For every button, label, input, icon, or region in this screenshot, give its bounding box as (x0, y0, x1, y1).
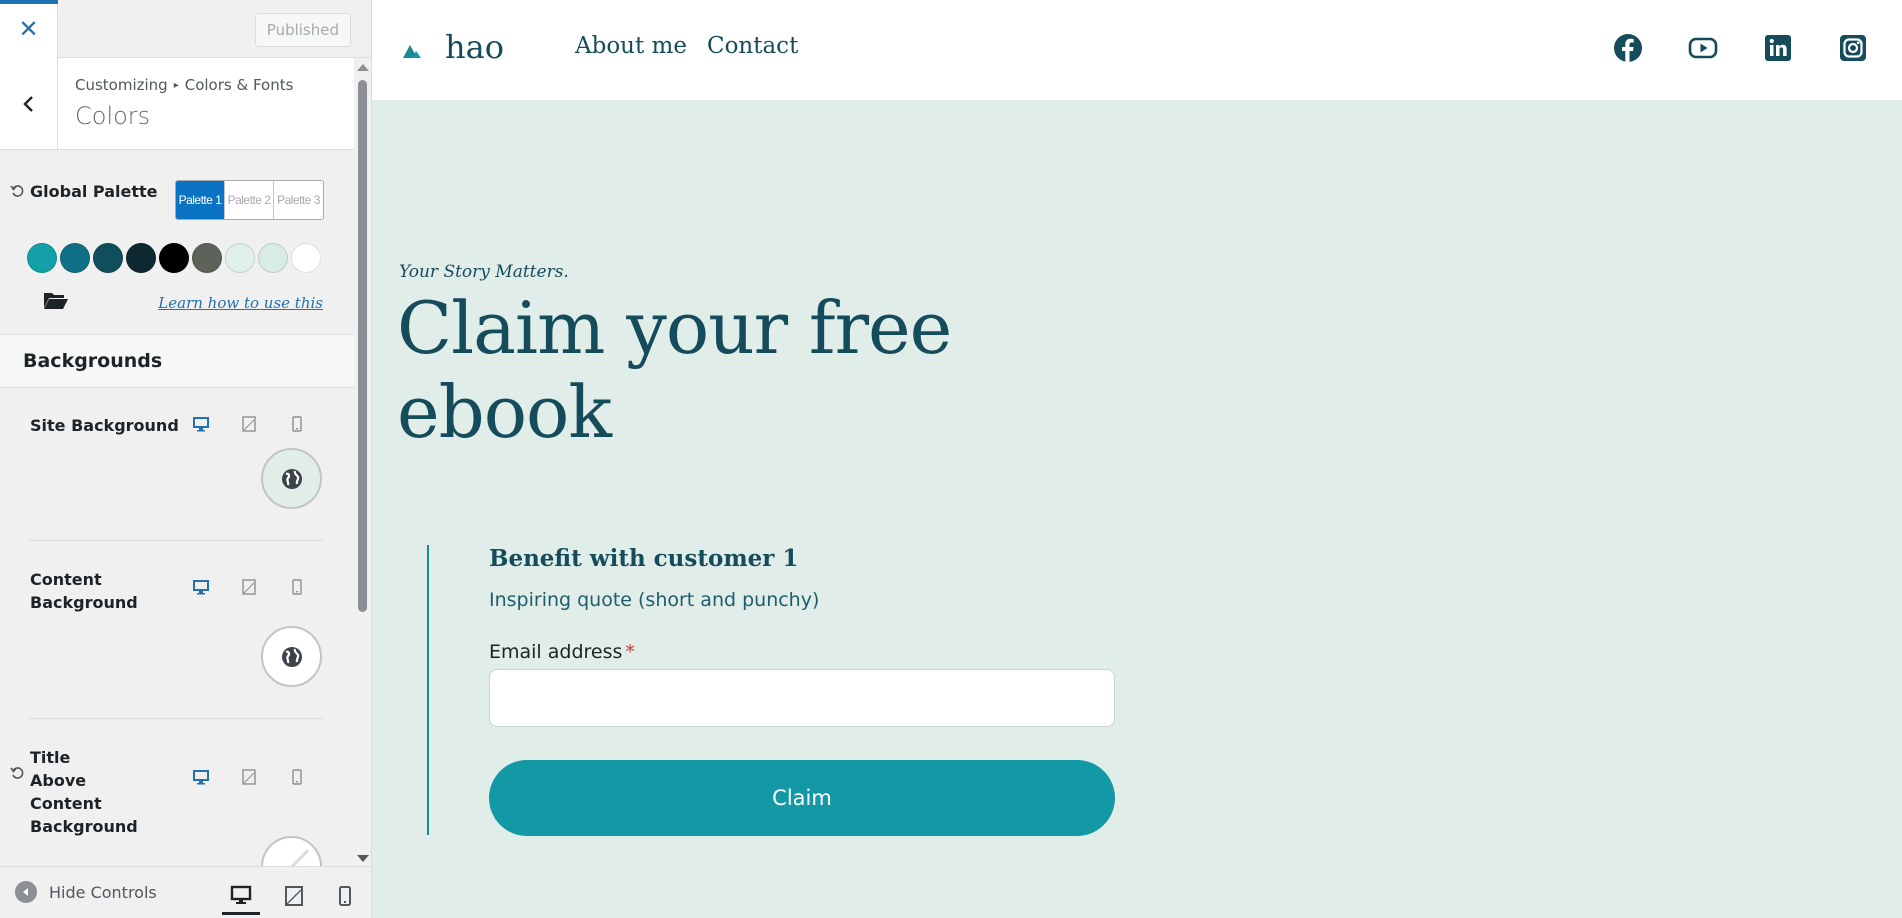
logo-mark-icon[interactable] (403, 44, 421, 58)
device-switcher (192, 768, 306, 786)
collapse-icon (15, 881, 37, 903)
scroll-thumb[interactable] (358, 80, 367, 612)
palette-swatch-7[interactable] (225, 243, 255, 273)
divider (29, 718, 323, 719)
preview-tablet-button[interactable] (275, 877, 313, 915)
customizer-footer: Hide Controls (0, 866, 371, 918)
section-title: Colors (75, 102, 151, 130)
scroll-up-arrow-icon[interactable] (357, 64, 369, 71)
preview-mobile-button[interactable] (326, 877, 364, 915)
desktop-icon[interactable] (192, 578, 210, 596)
instagram-icon[interactable] (1838, 33, 1868, 63)
desktop-icon[interactable] (192, 415, 210, 433)
customizer-sidebar: ✕ Published Customizing ▸ Colors & Fonts C… (0, 0, 372, 918)
site-background-label: Site Background (30, 416, 179, 435)
backgrounds-heading-label: Backgrounds (23, 350, 163, 372)
close-icon: ✕ (18, 15, 39, 43)
content-background-label: Content Background (30, 570, 138, 612)
palette-swatch-5[interactable] (159, 243, 189, 273)
palette-swatches (27, 243, 321, 273)
device-switcher (192, 578, 306, 596)
palette-tabs: Palette 1 Palette 2 Palette 3 (175, 180, 324, 220)
site-logo[interactable]: hao (445, 28, 504, 66)
site-preview: hao About me Contact Your Story Matters.… (372, 0, 1902, 918)
facebook-icon[interactable] (1613, 33, 1643, 63)
site-background-color-button[interactable] (261, 448, 322, 509)
reset-icon[interactable] (10, 184, 24, 198)
back-button[interactable] (0, 58, 58, 150)
palette-swatch-1[interactable] (27, 243, 57, 273)
palette-swatch-4[interactable] (126, 243, 156, 273)
section-header: Customizing ▸ Colors & Fonts Colors (0, 58, 354, 150)
backgrounds-heading: Backgrounds (0, 334, 354, 388)
tablet-icon[interactable] (240, 415, 258, 433)
nav-item-contact[interactable]: Contact (707, 33, 798, 59)
mobile-icon[interactable] (288, 768, 306, 786)
published-button[interactable]: Published (254, 13, 351, 47)
palette-swatch-8[interactable] (258, 243, 288, 273)
nav-item-about-me[interactable]: About me (575, 33, 687, 59)
linkedin-icon[interactable] (1763, 33, 1793, 63)
folder-open-icon[interactable] (43, 290, 69, 310)
title-above-content-background-label: Title Above Content Background (30, 748, 138, 836)
main-nav: About me Contact (575, 33, 798, 59)
breadcrumb-parent: Colors & Fonts (184, 76, 294, 94)
desktop-icon (230, 885, 252, 904)
palette-swatch-9[interactable] (291, 243, 321, 273)
globe-icon (281, 468, 302, 489)
customizer-topbar: ✕ Published (0, 0, 371, 58)
hero-title: Claim your free ebook (397, 286, 952, 454)
divider (29, 540, 323, 541)
palette-tab-1[interactable]: Palette 1 (176, 181, 225, 219)
optin-form: Benefit with customer 1 Inspiring quote … (427, 545, 1127, 836)
mobile-icon (339, 886, 351, 906)
mobile-icon[interactable] (288, 578, 306, 596)
close-customizer-button[interactable]: ✕ (0, 0, 58, 58)
scroll-down-arrow-icon[interactable] (357, 855, 369, 862)
breadcrumb-separator: ▸ (173, 80, 179, 91)
hero-tagline: Your Story Matters. (399, 262, 569, 282)
preview-desktop-button[interactable] (222, 877, 260, 915)
hide-controls-button[interactable]: Hide Controls (15, 881, 157, 903)
content-background-color-button[interactable] (261, 626, 322, 687)
desktop-icon[interactable] (192, 768, 210, 786)
palette-swatch-6[interactable] (192, 243, 222, 273)
palette-tab-2[interactable]: Palette 2 (225, 181, 274, 219)
youtube-icon[interactable] (1688, 33, 1718, 63)
no-color-icon (289, 848, 310, 866)
social-links (1613, 33, 1868, 63)
tablet-icon (285, 886, 303, 906)
hide-controls-label: Hide Controls (49, 882, 157, 902)
email-label-text: Email address (489, 641, 623, 663)
palette-tab-3[interactable]: Palette 3 (274, 181, 323, 219)
site-header: hao About me Contact (372, 0, 1902, 100)
email-label: Email address * (489, 641, 635, 663)
globe-icon (281, 646, 302, 667)
title-above-content-background-color-button[interactable] (261, 836, 322, 866)
mobile-icon[interactable] (288, 415, 306, 433)
benefit-quote: Inspiring quote (short and punchy) (489, 589, 820, 611)
chevron-left-icon (22, 96, 33, 112)
controls-panel: Global Palette Palette 1 Palette 2 Palet… (0, 150, 354, 866)
sidebar-scrollbar[interactable] (354, 58, 371, 866)
breadcrumb: Customizing ▸ Colors & Fonts (75, 76, 293, 94)
tablet-icon[interactable] (240, 768, 258, 786)
required-asterisk: * (625, 641, 635, 663)
email-input[interactable] (489, 669, 1115, 727)
reset-icon[interactable] (10, 766, 24, 780)
learn-how-link[interactable]: Learn how to use this (158, 294, 323, 312)
benefit-title: Benefit with customer 1 (489, 545, 799, 572)
claim-button[interactable]: Claim (489, 760, 1115, 836)
tablet-icon[interactable] (240, 578, 258, 596)
palette-swatch-2[interactable] (60, 243, 90, 273)
palette-swatch-3[interactable] (93, 243, 123, 273)
breadcrumb-root: Customizing (75, 76, 168, 94)
global-palette-label: Global Palette (30, 182, 158, 201)
device-switcher (192, 415, 306, 433)
